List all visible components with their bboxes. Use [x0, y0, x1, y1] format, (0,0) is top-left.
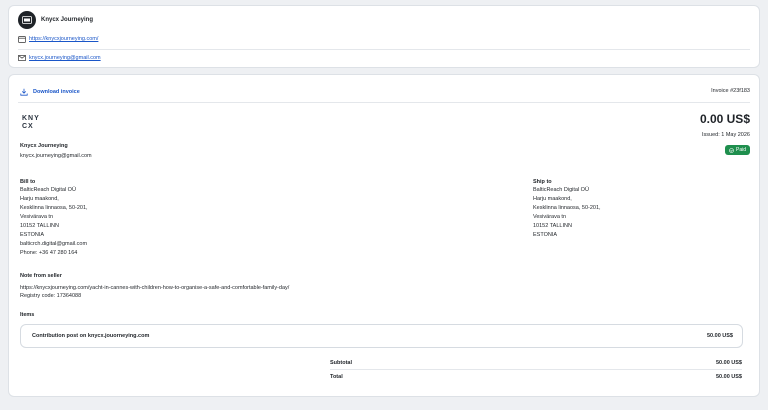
issued-date: Issued: 1 May 2026 — [701, 132, 750, 138]
total-label: Total — [330, 374, 343, 380]
seller-logo: KNY CX — [22, 115, 40, 130]
bill-to-line: balticrch.digital@gmail.com — [20, 241, 88, 247]
check-circle-icon — [729, 147, 734, 153]
bill-to-line: BalticReach Digital OÜ — [20, 187, 76, 193]
status-badge: Paid — [724, 145, 750, 155]
note-url: https://knycxjourneying.com/yacht-in-can… — [20, 285, 290, 291]
divider — [18, 49, 750, 50]
divider — [18, 102, 750, 103]
note-heading: Note from seller — [20, 273, 62, 279]
ship-to-line: ESTONIA — [533, 232, 558, 238]
seller-name-invoice: Knycx Journeying — [20, 143, 68, 149]
registry-code: Registry code: 17364088 — [20, 293, 82, 299]
website-icon — [18, 36, 26, 45]
subtotal-label: Subtotal — [330, 360, 352, 366]
ship-to-line: 10152 TALLINN — [533, 223, 572, 229]
seller-email-invoice: knycx.journeying@gmail.com — [20, 153, 92, 159]
bill-to-line: Harju maakond, — [20, 196, 59, 202]
bill-to-line: Vesivärava tn — [20, 214, 54, 220]
item-name: Contribution post on knycx.jouorneying.c… — [32, 333, 150, 339]
items-table: Contribution post on knycx.jouorneying.c… — [20, 324, 743, 348]
seller-logo-icon — [18, 11, 36, 29]
total-value: 50.00 US$ — [716, 374, 742, 380]
bill-to-line: Phone: +36 47 280 164 — [20, 250, 78, 256]
invoice-amount: 0.00 US$ — [699, 112, 750, 126]
ship-to-line: BalticReach Digital OÜ — [533, 187, 589, 193]
items-heading: Items — [20, 312, 35, 318]
seller-name: Knycx Journeying — [41, 17, 94, 23]
ship-to-line: Vesivärava tn — [533, 214, 567, 220]
ship-to-line: Kesklinna linnaosa, 50-201, — [533, 205, 601, 211]
seller-card: Knycx Journeying https://knycxjourneying… — [8, 5, 760, 68]
bill-to-line: Kesklinna linnaosa, 50-201, — [20, 205, 88, 211]
divider — [330, 369, 742, 370]
status-label: Paid — [735, 147, 746, 153]
bill-to-line: 10152 TALLINN — [20, 223, 59, 229]
download-icon[interactable] — [20, 88, 28, 98]
bill-to-heading: Bill to — [20, 179, 36, 185]
email-link[interactable]: knycx.journeying@gmail.com — [29, 55, 101, 61]
download-invoice-button[interactable]: Download invoice — [33, 89, 80, 95]
subtotal-value: 50.00 US$ — [716, 360, 742, 366]
invoice-number: Invoice #23f183 — [711, 88, 750, 94]
item-amount: 50.00 US$ — [707, 333, 733, 339]
ship-to-line: Harju maakond, — [533, 196, 572, 202]
invoice-card: Download invoice Invoice #23f183 KNY CX … — [8, 74, 760, 397]
bill-to-line: ESTONIA — [20, 232, 45, 238]
mail-icon — [18, 55, 26, 63]
ship-to-heading: Ship to — [533, 179, 552, 185]
website-link[interactable]: https://knycxjourneying.com/ — [29, 36, 98, 42]
